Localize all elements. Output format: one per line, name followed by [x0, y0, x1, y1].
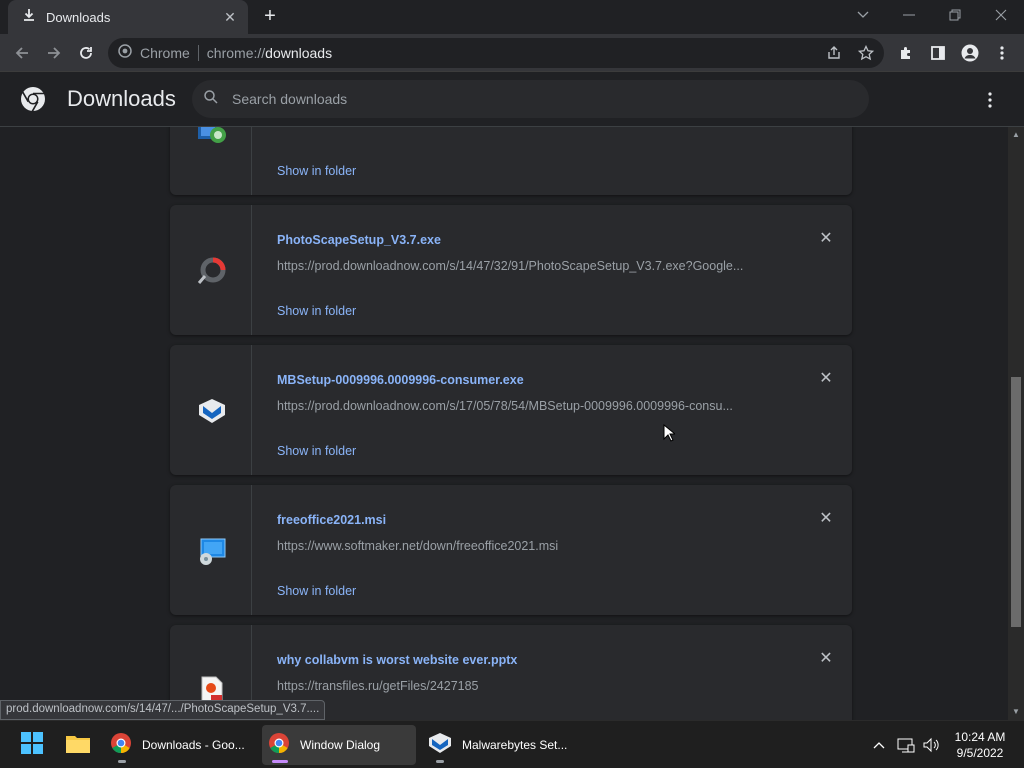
side-panel-icon[interactable] [924, 39, 952, 67]
file-name-link[interactable]: PhotoScapeSetup_V3.7.exe [277, 233, 441, 247]
page-title: Downloads [67, 86, 176, 111]
scroll-down-arrow-icon[interactable]: ▼ [1011, 707, 1021, 717]
taskbar-item-label: Window Dialog [300, 738, 381, 752]
running-indicator [118, 760, 126, 763]
show-in-folder-link[interactable]: Show in folder [277, 164, 356, 178]
browser-toolbar: Chrome chrome://downloads [0, 34, 1024, 72]
more-actions-icon[interactable] [980, 90, 1000, 110]
chrome-icon [118, 43, 132, 63]
active-indicator [272, 760, 288, 763]
chrome-icon [110, 732, 132, 759]
download-item: freeoffice2021.msi https://www.softmaker… [170, 485, 852, 615]
malwarebytes-icon [428, 732, 452, 759]
share-icon[interactable] [820, 39, 848, 67]
download-icon-column [170, 205, 252, 335]
tab-strip: Downloads ✕ + [0, 0, 1024, 34]
downloads-header: Downloads Search downloads [0, 72, 1024, 127]
chrome-menu-icon[interactable] [988, 39, 1016, 67]
download-item: PhotoScapeSetup_V3.7.exe https://prod.do… [170, 205, 852, 335]
windows-logo-icon [21, 731, 43, 759]
installer-icon [196, 127, 228, 147]
new-tab-button[interactable]: + [258, 6, 282, 28]
file-name-link[interactable]: MBSetup-0009996.0009996-consumer.exe [277, 373, 524, 387]
taskbar-chrome-downloads[interactable]: Downloads - Goo... [104, 725, 254, 765]
reload-button[interactable] [72, 39, 100, 67]
search-downloads-input[interactable]: Search downloads [192, 80, 869, 118]
url-path: downloads [265, 45, 333, 61]
forward-button[interactable] [40, 39, 68, 67]
remove-item-close-icon[interactable]: ✕ [818, 651, 834, 667]
download-icon-column [170, 345, 252, 475]
scrollbar-thumb[interactable] [1011, 377, 1021, 627]
restore-button[interactable] [932, 0, 978, 30]
remove-item-close-icon[interactable]: ✕ [818, 371, 834, 387]
network-icon[interactable] [895, 721, 917, 768]
mouse-cursor-icon [663, 423, 677, 447]
remove-item-close-icon[interactable]: ✕ [818, 231, 834, 247]
back-button[interactable] [8, 39, 36, 67]
taskbar-window-dialog[interactable]: Window Dialog [262, 725, 416, 765]
chrome-logo-icon [20, 86, 46, 117]
close-window-button[interactable] [978, 0, 1024, 30]
download-icon [22, 8, 36, 27]
url-text: chrome://downloads [207, 45, 332, 61]
taskbar-item-label: Downloads - Goo... [142, 738, 245, 752]
address-bar[interactable]: Chrome chrome://downloads [108, 38, 884, 68]
download-icon-column [170, 127, 252, 195]
show-in-folder-link[interactable]: Show in folder [277, 304, 356, 318]
file-source-url[interactable]: https://prod.downloadnow.com/s/14/47/32/… [277, 259, 777, 273]
search-icon [204, 89, 218, 109]
search-placeholder: Search downloads [232, 91, 348, 107]
omnibox-chip-label: Chrome [140, 45, 190, 61]
taskbar-malwarebytes-setup[interactable]: Malwarebytes Set... [424, 725, 574, 765]
file-source-url[interactable]: https://prod.downloadnow.com/s/17/05/78/… [277, 399, 777, 413]
volume-icon[interactable] [920, 721, 942, 768]
minimize-button[interactable] [886, 0, 932, 30]
tab-title: Downloads [46, 9, 111, 25]
tab-search-icon[interactable] [840, 0, 886, 30]
photoscape-icon [196, 255, 228, 287]
bookmark-star-icon[interactable] [852, 39, 880, 67]
start-button[interactable] [14, 725, 50, 765]
profile-avatar-icon[interactable] [956, 39, 984, 67]
windows-taskbar: Downloads - Goo... Window Dialog Malware… [0, 720, 1024, 768]
file-name-link[interactable]: freeoffice2021.msi [277, 513, 386, 527]
extensions-puzzle-icon[interactable] [892, 39, 920, 67]
running-indicator [436, 760, 444, 763]
page-scrollbar[interactable]: ▲ ▼ [1008, 127, 1024, 720]
downloads-list: Show in folder PhotoScapeSetup_V3.7.exe … [0, 127, 1008, 720]
close-icon[interactable]: ✕ [222, 9, 238, 26]
show-hidden-icons-chevron-icon[interactable] [868, 721, 890, 768]
remove-item-close-icon[interactable]: ✕ [818, 511, 834, 527]
clock-date: 9/5/2022 [956, 746, 1004, 760]
scroll-up-arrow-icon[interactable]: ▲ [1011, 130, 1021, 140]
browser-window: Downloads ✕ + Chrome chrome://downloads … [0, 0, 1024, 768]
taskbar-clock[interactable]: 10:24 AM 9/5/2022 [950, 729, 1010, 761]
file-source-url[interactable]: https://www.softmaker.net/down/freeoffic… [277, 539, 777, 553]
omnibox-separator [197, 45, 199, 61]
taskbar-item-label: Malwarebytes Set... [462, 738, 568, 752]
malwarebytes-icon [196, 395, 228, 427]
link-status-bubble: prod.downloadnow.com/s/14/47/.../PhotoSc… [0, 700, 326, 720]
url-scheme: chrome:// [206, 45, 266, 61]
tab-downloads[interactable]: Downloads ✕ [8, 0, 248, 34]
folder-icon [66, 733, 90, 758]
file-explorer-button[interactable] [60, 725, 96, 765]
chrome-icon [268, 732, 290, 759]
show-in-folder-link[interactable]: Show in folder [277, 444, 356, 458]
show-in-folder-link[interactable]: Show in folder [277, 584, 356, 598]
download-item: Show in folder [170, 127, 852, 195]
download-item: MBSetup-0009996.0009996-consumer.exe htt… [170, 345, 852, 475]
download-icon-column [170, 485, 252, 615]
file-source-url[interactable]: https://transfiles.ru/getFiles/2427185 [277, 679, 777, 693]
file-name-link[interactable]: why collabvm is worst website ever.pptx [277, 653, 517, 667]
msi-installer-icon [196, 535, 228, 567]
clock-time: 10:24 AM [954, 730, 1006, 744]
